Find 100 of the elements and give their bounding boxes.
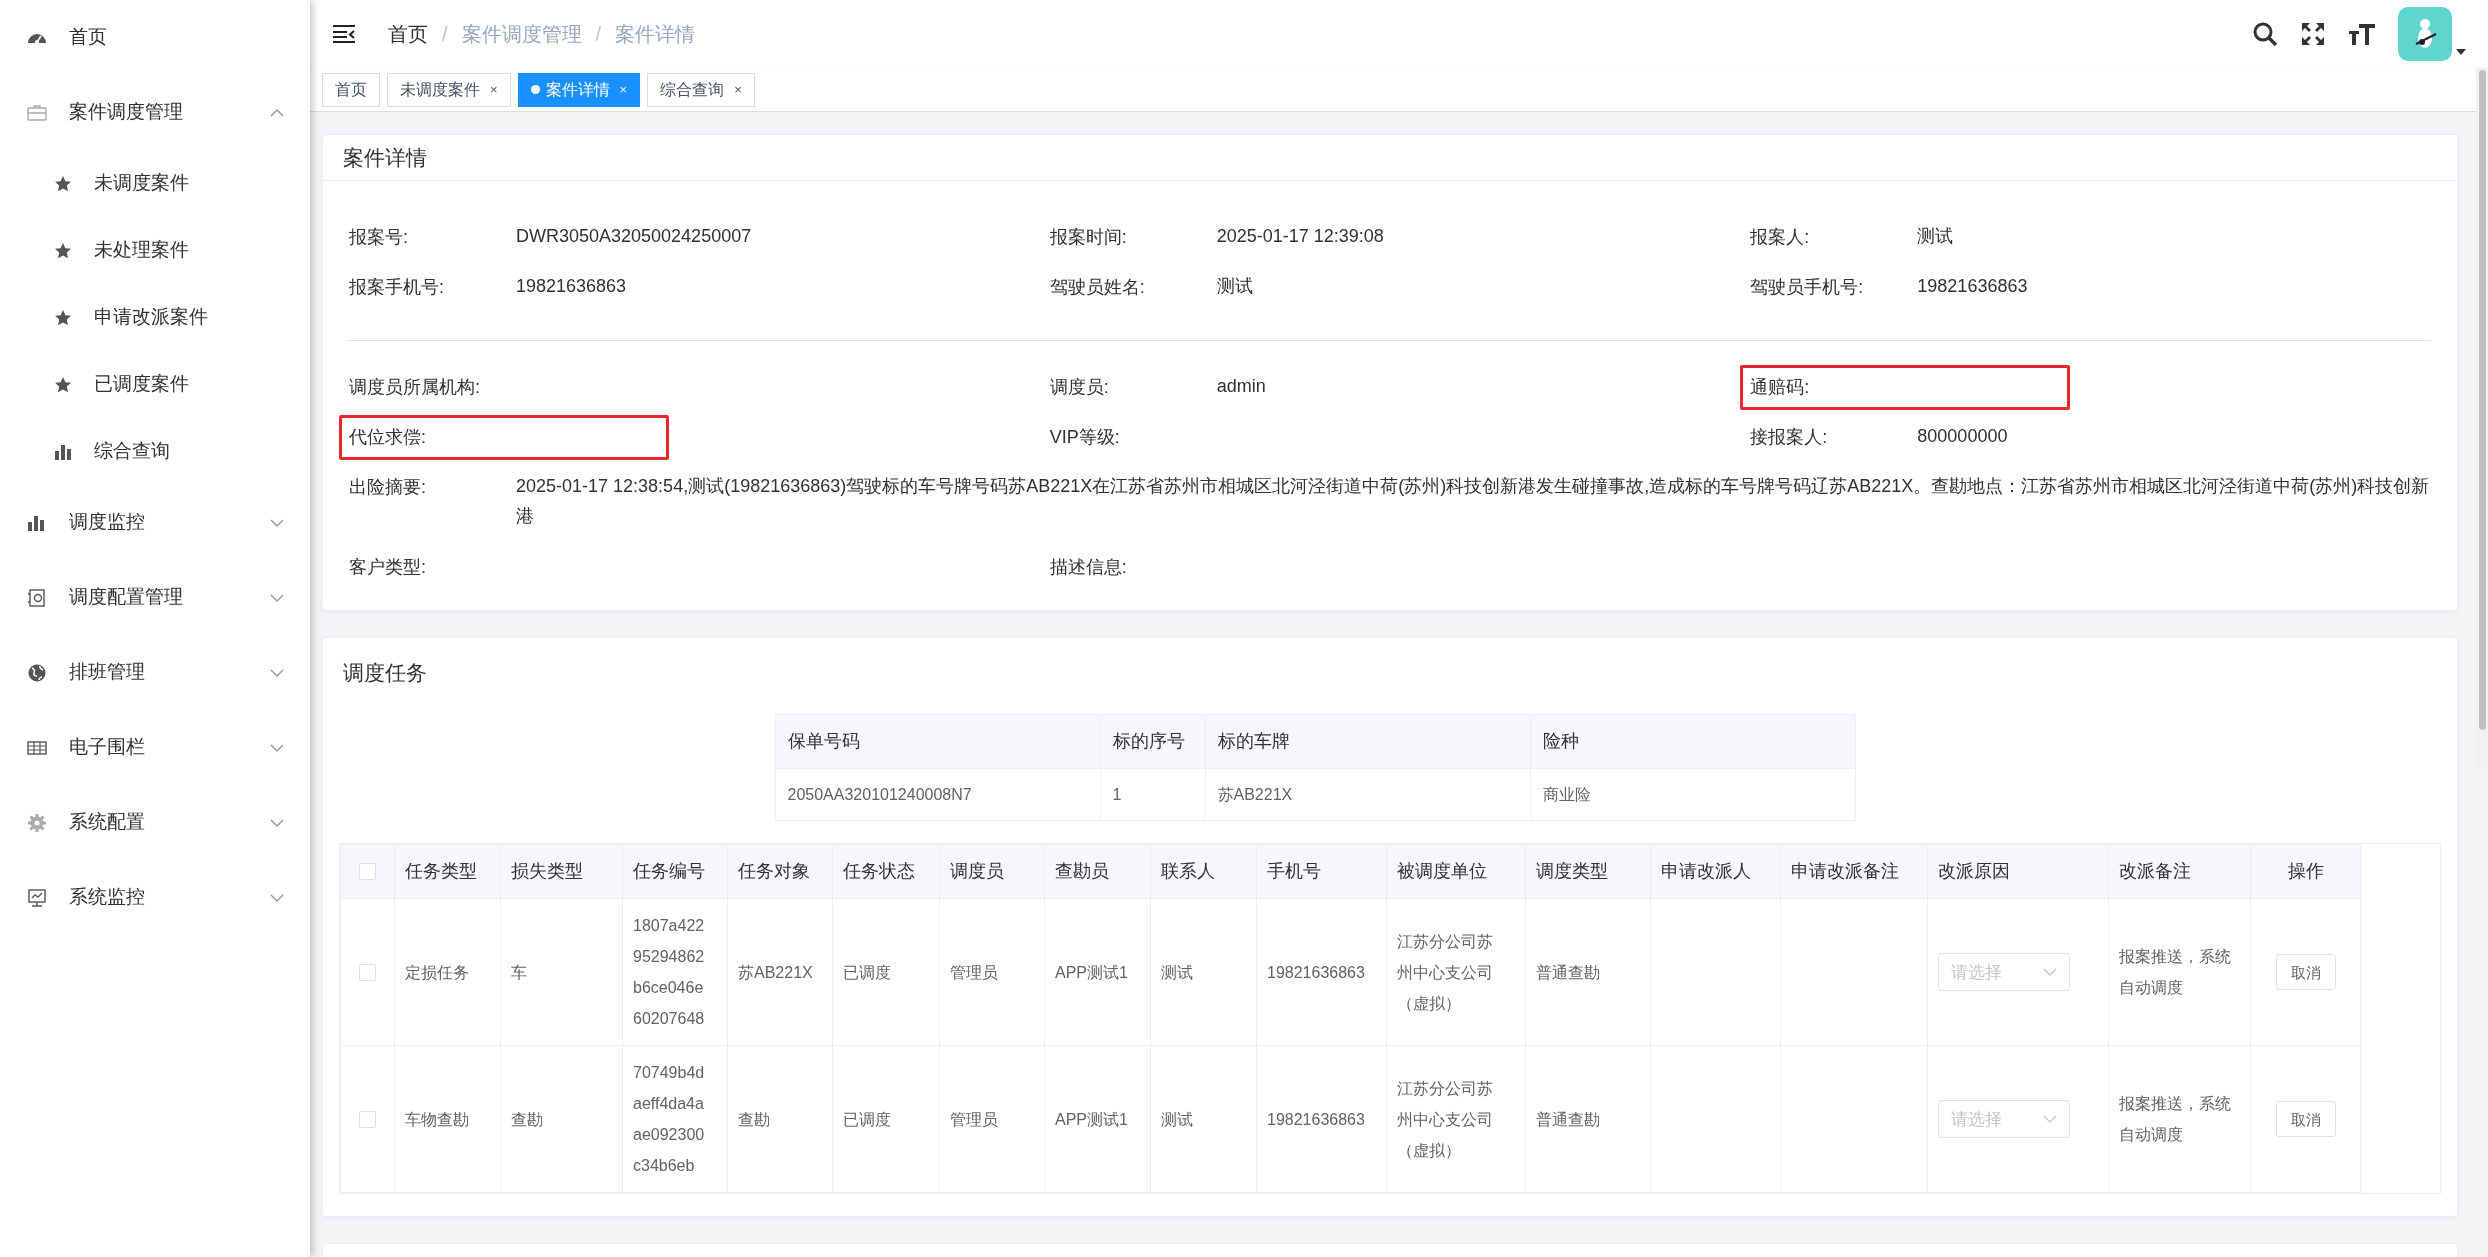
safe-icon — [26, 587, 48, 608]
column-header: 查勘员 — [1044, 844, 1151, 899]
fullscreen-icon[interactable] — [2300, 21, 2326, 47]
column-header: 调度员 — [939, 844, 1045, 899]
sidebar-item[interactable]: 排班管理 — [0, 635, 310, 710]
search-icon[interactable] — [2252, 21, 2278, 47]
sidebar-item[interactable]: 调度配置管理 — [0, 560, 310, 635]
checkbox[interactable] — [359, 863, 376, 880]
field-label: 出险摘要: — [349, 476, 427, 499]
globe-icon — [26, 662, 48, 683]
tab[interactable]: 综合查询 × — [647, 72, 755, 107]
table-cell-text: 车物查勘 — [405, 1109, 470, 1130]
table-cell-text: 管理员 — [950, 1109, 999, 1130]
cancel-button[interactable]: 取消 — [2275, 954, 2336, 990]
column-header: 任务状态 — [832, 844, 940, 899]
table-cell-text: 测试 — [1161, 1109, 1194, 1130]
sidebar-subitem[interactable]: 综合查询 — [0, 418, 310, 485]
menu-icon[interactable] — [332, 24, 356, 44]
column-header: 标的序号 — [1100, 714, 1205, 769]
field-value: 19821636863 — [1917, 275, 2029, 298]
column-header: 联系人 — [1150, 844, 1257, 899]
card-title: 案件详情 — [343, 144, 427, 171]
field-label: 调度员: — [1049, 376, 1110, 399]
column-header: 手机号 — [1256, 844, 1387, 899]
column-header: 任务编号 — [622, 844, 728, 899]
table-cell-text: 70749b4daeff4da4aae092300c34b6eb — [633, 1063, 706, 1176]
checkbox[interactable] — [359, 1110, 376, 1128]
font-size-icon[interactable] — [2348, 21, 2376, 47]
sidebar-item[interactable]: 系统配置 — [0, 785, 310, 860]
breadcrumb-item: 案件详情 — [615, 22, 696, 47]
table-cell-text: 19821636863 — [1267, 1109, 1366, 1130]
table-cell-text: 查勘 — [738, 1109, 771, 1130]
sidebar-subitem[interactable]: 未调度案件 — [0, 150, 310, 217]
field-value: 测试 — [1917, 225, 1955, 248]
sidebar-item[interactable]: 电子围栏 — [0, 710, 310, 785]
table-cell-text: 江苏分公司苏州中心支公司（虚拟） — [1397, 1078, 1494, 1161]
tab[interactable]: 未调度案件 × — [387, 72, 511, 107]
column-header: 标的车牌 — [1205, 714, 1530, 769]
field-label: 驾驶员姓名: — [1049, 276, 1146, 299]
sidebar-item[interactable]: 首页 — [0, 0, 310, 75]
sidebar-item[interactable]: 案件调度管理 — [0, 75, 310, 150]
column-header: 险种 — [1530, 714, 1855, 769]
caret-icon[interactable] — [2456, 49, 2466, 55]
column-header: 申请改派备注 — [1780, 844, 1928, 899]
field-value: admin — [1216, 375, 1267, 398]
checkbox[interactable] — [359, 963, 376, 981]
field-value: 800000000 — [1917, 425, 2009, 448]
column-header: 操作 — [2250, 844, 2361, 899]
column-header: 任务类型 — [394, 844, 501, 899]
table-cell: 2050AA320101240008N7 — [775, 768, 1100, 821]
sidebar-item[interactable]: 调度监控 — [0, 485, 310, 560]
table-cell-text: 车 — [511, 962, 528, 983]
table-cell-text: 定损任务 — [405, 962, 470, 983]
table-cell: 商业险 — [1530, 768, 1855, 821]
table-cell-text: 已调度 — [843, 962, 892, 983]
field-label: 客户类型: — [349, 556, 427, 579]
chevron-icon — [2043, 1115, 2057, 1123]
cancel-button[interactable]: 取消 — [2275, 1101, 2336, 1137]
table-cell-text: 19821636863 — [1267, 962, 1366, 983]
chevron-icon — [2043, 968, 2057, 976]
table-cell: 1 — [1100, 768, 1205, 821]
field-label: 驾驶员手机号: — [1750, 276, 1865, 299]
close-icon[interactable]: × — [490, 79, 498, 100]
sidebar-subitem[interactable]: 已调度案件 — [0, 351, 310, 418]
table-cell: 苏AB221X — [1205, 768, 1530, 821]
star-icon — [54, 174, 72, 193]
breadcrumb-item[interactable]: 首页 — [388, 19, 428, 49]
monitor-icon — [26, 887, 48, 908]
table-cell-text: 测试 — [1161, 962, 1194, 983]
table-cell-text: 报案推送，系统自动调度 — [2119, 947, 2232, 998]
star-icon — [54, 375, 72, 394]
field-value: DWR3050A32050024250007 — [516, 225, 753, 248]
table-cell-text: APP测试1 — [1055, 1109, 1129, 1130]
sidebar-item[interactable]: 系统监控 — [0, 860, 310, 935]
field-value: 19821636863 — [516, 275, 628, 298]
field-label: 报案人: — [1750, 226, 1811, 249]
avatar[interactable] — [2398, 7, 2452, 61]
card-title: 调度任务 — [343, 660, 427, 687]
table-cell-text: APP测试1 — [1055, 962, 1129, 983]
table-cell-text: 已调度 — [843, 1109, 892, 1130]
sidebar-subitem[interactable]: 申请改派案件 — [0, 284, 310, 351]
tab[interactable]: 首页 — [322, 72, 380, 107]
column-header: 改派原因 — [1927, 844, 2109, 899]
field-label: 报案手机号: — [349, 276, 445, 299]
field-label: 报案时间: — [1049, 226, 1128, 249]
column-header: 改派备注 — [2108, 844, 2251, 899]
column-header: 调度类型 — [1525, 844, 1651, 899]
field-label: VIP等级: — [1049, 426, 1121, 449]
table-cell-text: 江苏分公司苏州中心支公司（虚拟） — [1397, 931, 1494, 1014]
table-cell-text: 普通查勘 — [1536, 962, 1601, 983]
sidebar-subitem[interactable]: 未处理案件 — [0, 217, 310, 284]
column-header: 损失类型 — [500, 844, 623, 899]
field-value: 2025-01-17 12:38:54,测试(19821636863)驾驶标的车号牌号码苏AB221X在江苏省苏州市相城区北河泾街道中荷(苏州)科技创新港发生碰撞事故,造成标的车号牌号码辽苏AB221X。查勘地点：江苏省苏州市相城区北河泾街道中荷(苏州)科技创新港 — [516, 475, 2431, 528]
field-value: 2025-01-17 12:39:08 — [1216, 225, 1385, 248]
field-value: 测试 — [1216, 275, 1254, 298]
bar-chart-icon — [54, 442, 72, 461]
field-label: 通赔码: — [1750, 376, 1811, 399]
close-icon[interactable]: × — [734, 79, 742, 100]
table-cell-text: 普通查勘 — [1536, 1109, 1601, 1130]
field-label: 代位求偿: — [349, 426, 427, 449]
